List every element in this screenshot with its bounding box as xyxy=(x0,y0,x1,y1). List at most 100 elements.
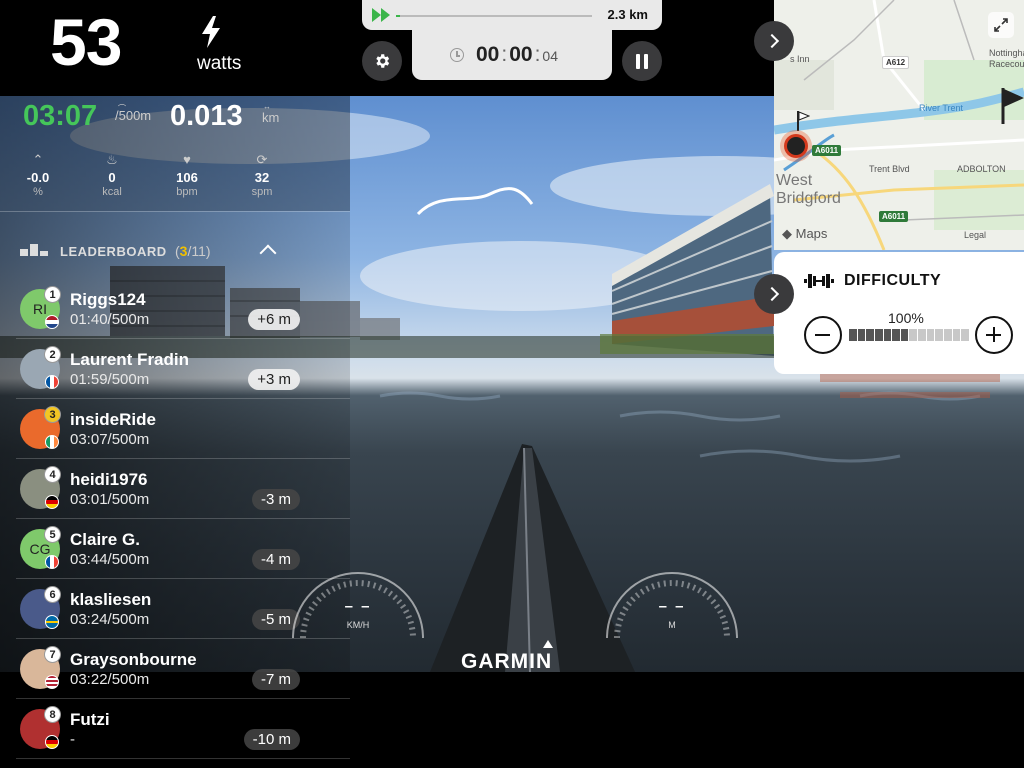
leaderboard-total: /11) xyxy=(187,243,211,259)
route-progress-fill xyxy=(396,15,400,17)
apple-logo-icon: ◆ xyxy=(782,226,792,241)
collapse-map-button[interactable] xyxy=(754,21,794,61)
route-progress-bar xyxy=(396,15,592,17)
difficulty-segment xyxy=(857,329,866,341)
elapsed-time: 00:00: 04 xyxy=(476,43,558,67)
incline-stat: ⌃ -0.0 % xyxy=(8,152,68,198)
heart-rate-value: 106 xyxy=(176,170,198,185)
distance-gauge-unit: M xyxy=(668,620,676,630)
leaderboard-row[interactable]: RI 1 Riggs124 01:40/500m +6 m xyxy=(0,279,350,339)
maps-brand-label: Maps xyxy=(795,226,828,241)
distance-gap-badge: -7 m xyxy=(252,669,300,690)
leaderboard-title: LEADERBOARD xyxy=(60,244,167,259)
difficulty-segment xyxy=(909,329,918,341)
rowing-workout-screen: 53 watts 2.3 km 00:00: 04 03:07 ⌒ /500m … xyxy=(0,0,1024,768)
incline-unit: % xyxy=(33,186,43,198)
timer-seconds: 00 xyxy=(509,43,533,66)
speed-value: – – xyxy=(344,598,372,615)
country-flag-icon xyxy=(45,435,59,449)
athlete-name: Futzi xyxy=(70,710,110,729)
country-flag-icon xyxy=(45,375,59,389)
map-label-trent-blvd: Trent Blvd xyxy=(869,164,910,174)
leaderboard-row[interactable]: 3 insideRide 03:07/500m xyxy=(0,399,350,459)
settings-button[interactable] xyxy=(362,41,402,81)
stroke-rate-value: 32 xyxy=(254,170,270,185)
difficulty-segment xyxy=(926,329,935,341)
rank-badge: 1 xyxy=(44,286,61,303)
expand-map-button[interactable] xyxy=(988,12,1014,38)
leaderboard-row[interactable]: 4 heidi1976 03:01/500m -3 m xyxy=(0,459,350,519)
map-label-nottingham: Nottingham xyxy=(989,48,1024,58)
elapsed-timer-panel: 00:00: 04 xyxy=(412,30,612,80)
leaderboard-panel: LEADERBOARD (3/11) RI 1 Riggs124 01:40/500m… xyxy=(0,211,350,768)
road-badge-a6011: A6011 xyxy=(812,145,842,156)
map-label-inn: s Inn xyxy=(790,54,810,64)
country-flag-icon xyxy=(45,555,59,569)
distance-gauge-value: – – xyxy=(658,598,686,615)
pause-icon xyxy=(636,53,648,69)
timer-colon: : xyxy=(534,43,541,66)
collapse-difficulty-button[interactable] xyxy=(754,274,794,314)
rank-badge: 7 xyxy=(44,646,61,663)
incline-value: -0.0 xyxy=(26,170,50,185)
fast-forward-icon xyxy=(372,8,390,22)
athlete-pace: - xyxy=(70,731,75,748)
maps-brand: ◆ Maps xyxy=(782,226,827,242)
expand-icon xyxy=(994,18,1008,32)
difficulty-level-bar xyxy=(849,329,969,341)
incline-icon: ⌃ xyxy=(32,152,44,167)
distance-unit: km xyxy=(262,110,280,125)
rank-badge: 5 xyxy=(44,526,61,543)
difficulty-value: 100% xyxy=(888,310,924,326)
stroke-rate-stat: ⟳ 32 spm xyxy=(232,152,292,198)
power-value: 53 xyxy=(50,5,122,79)
power-unit: watts xyxy=(197,53,242,74)
athlete-pace: 03:01/500m xyxy=(70,491,150,508)
calories-stat: ♨ 0 kcal xyxy=(82,152,142,198)
difficulty-segment xyxy=(944,329,952,341)
map-label-adbolton: ADBOLTON xyxy=(957,164,1006,174)
finish-flag-icon xyxy=(1001,88,1024,124)
country-flag-icon xyxy=(45,315,59,329)
map-label-legal: Legal xyxy=(964,230,987,240)
athlete-name: klasliesen xyxy=(70,590,152,609)
distance-value: 0.013 xyxy=(170,100,243,132)
avatar-initials: RI xyxy=(33,301,47,317)
road-badge-a6011-south: A6011 xyxy=(879,211,909,222)
increase-difficulty-button[interactable] xyxy=(975,316,1013,354)
route-map[interactable]: Nottingham Racecourse Trent Blvd ADBOLTO… xyxy=(774,0,1024,250)
athlete-pace: 03:07/500m xyxy=(70,431,150,448)
rower-position-marker xyxy=(780,130,812,162)
difficulty-segment xyxy=(918,329,926,341)
clock-icon xyxy=(450,48,464,62)
map-label-river: River Trent xyxy=(919,103,964,113)
difficulty-segment xyxy=(952,329,961,341)
athlete-pace: 03:24/500m xyxy=(70,611,150,628)
distance-gauge: – – M xyxy=(597,558,747,668)
workout-stats-panel: 03:07 ⌒ /500m 0.013 ↔ km ⌃ -0.0 % ♨ 0 kc… xyxy=(0,96,350,211)
cycle-arrows-icon: ⟳ xyxy=(256,152,268,167)
athlete-name: Graysonbourne xyxy=(70,650,197,669)
difficulty-panel: DIFFICULTY 100% xyxy=(774,252,1024,374)
calories-unit: kcal xyxy=(102,186,122,198)
country-flag-icon xyxy=(45,495,59,509)
country-flag-icon xyxy=(45,615,59,629)
athlete-pace: 01:59/500m xyxy=(70,371,150,388)
stroke-rate-unit: spm xyxy=(251,186,273,198)
gear-icon xyxy=(376,54,390,68)
leaderboard-row[interactable]: 2 Laurent Fradin 01:59/500m +3 m xyxy=(0,339,350,399)
road-badge-a612: A612 xyxy=(882,56,910,69)
leaderboard-header[interactable]: LEADERBOARD (3/11) xyxy=(0,211,350,279)
heart-rate-unit: bpm xyxy=(176,186,198,198)
pause-button[interactable] xyxy=(622,41,662,81)
difficulty-segment xyxy=(961,329,969,341)
avatar-initials: CG xyxy=(29,541,51,557)
leaderboard-row[interactable]: 8 Futzi - -10 m xyxy=(0,699,350,759)
speed-gauge: – – KM/H xyxy=(283,558,433,668)
decrease-difficulty-button[interactable] xyxy=(804,316,842,354)
athlete-name: Laurent Fradin xyxy=(70,350,190,369)
leaderboard-position: (3/11) xyxy=(175,243,211,259)
flame-icon: ♨ xyxy=(106,152,118,167)
chevron-up-icon[interactable] xyxy=(259,244,277,262)
calories-value: 0 xyxy=(108,170,116,185)
